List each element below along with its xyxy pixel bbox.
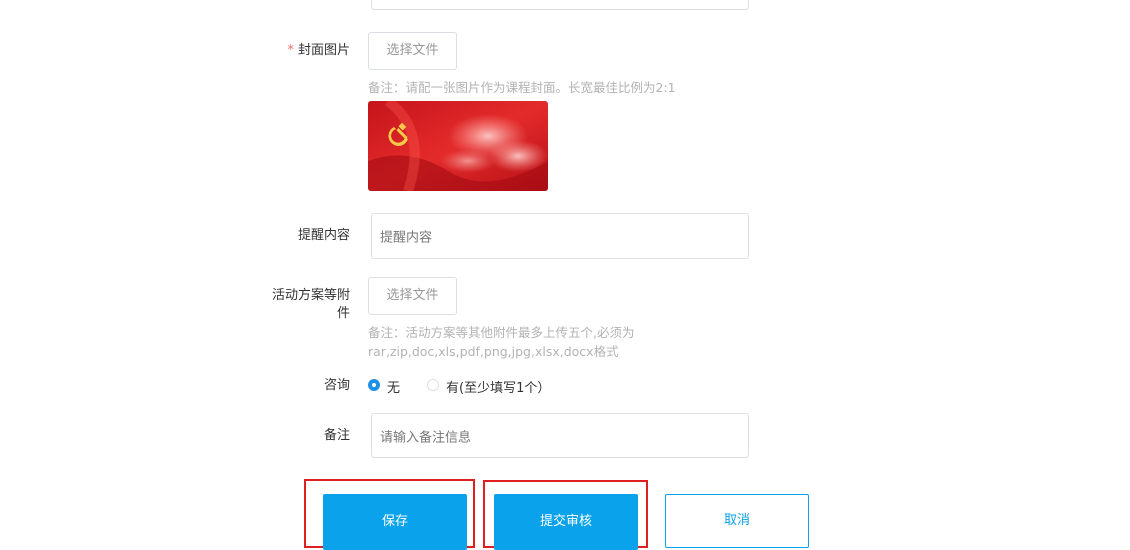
attachment-hint-line2: rar,zip,doc,xls,pdf,png,jpg,xlsx,docx格式 [368,344,619,359]
cover-image-preview [368,101,548,191]
remark-label: 备注 [323,428,350,443]
reminder-input[interactable]: 提醒内容 [371,213,749,259]
required-mark: * [287,43,294,58]
attachment-label: 活动方案等附件 [271,288,350,321]
cover-select-file-button[interactable]: 选择文件 [368,32,457,70]
cover-label: * 封面图片 [250,42,350,60]
attachment-hint-line1: 备注：活动方案等其他附件最多上传五个,必须为 [368,325,635,340]
remark-input[interactable]: 请输入备注信息 [371,413,749,458]
consult-option-yes-radio[interactable] [427,379,439,391]
previous-field-input[interactable] [371,0,749,10]
cover-image [368,101,548,191]
consult-option-none-radio[interactable] [368,379,380,391]
reminder-placeholder: 提醒内容 [380,230,433,246]
cancel-button[interactable]: 取消 [665,494,809,548]
cover-hint: 备注：请配一张图片作为课程封面。长宽最佳比例为2:1 [368,80,676,95]
save-button[interactable]: 保存 [323,494,467,550]
attachment-hint: 备注：活动方案等其他附件最多上传五个,必须为 rar,zip,doc,xls,p… [368,323,634,361]
attachment-select-file-button[interactable]: 选择文件 [368,277,457,315]
remark-placeholder: 请输入备注信息 [380,430,472,445]
consult-option-yes-label[interactable]: 有(至少填写1个） [446,377,550,396]
cover-label-text: 封面图片 [297,43,350,58]
reminder-label: 提醒内容 [297,228,350,243]
submit-review-button[interactable]: 提交审核 [494,494,638,550]
consult-option-none-label[interactable]: 无 [387,377,400,396]
consult-label: 咨询 [323,378,350,393]
